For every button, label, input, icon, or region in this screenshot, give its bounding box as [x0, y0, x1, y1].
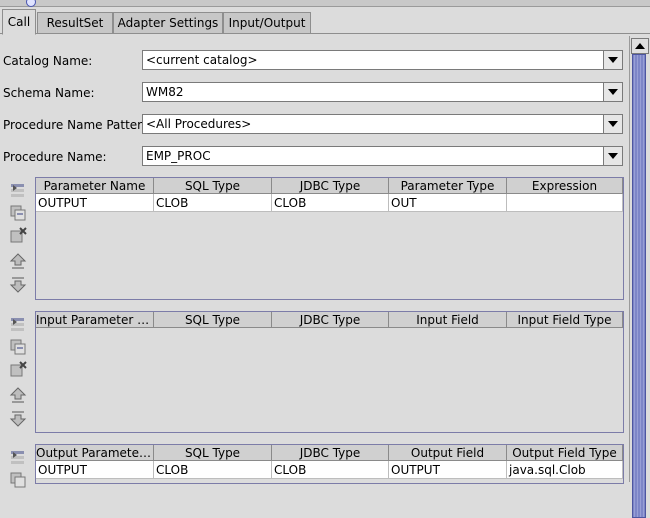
chevron-up-icon	[635, 43, 645, 49]
schema-select[interactable]: WM82	[142, 82, 623, 102]
chevron-down-icon	[608, 89, 618, 95]
output-parameters-panel: Output Parameter N... SQL Type JDBC Type…	[3, 444, 624, 488]
table-row[interactable]: OUTPUT CLOB CLOB OUTPUT java.sql.Clob	[36, 461, 623, 479]
table-cell[interactable]: OUT	[389, 194, 507, 212]
procedure-label: Procedure Name:	[3, 150, 107, 164]
scrollbar-grip	[634, 55, 644, 517]
tab-input-output[interactable]: Input/Output	[223, 12, 311, 33]
column-header[interactable]: Input Parameter Na...	[36, 312, 154, 328]
column-header[interactable]: SQL Type	[154, 312, 272, 328]
column-header[interactable]: JDBC Type	[272, 445, 389, 461]
tab-bar: Call ResultSet Adapter Settings Input/Ou…	[0, 7, 650, 35]
insert-row-icon[interactable]	[9, 315, 27, 333]
column-header[interactable]: Parameter Name	[36, 178, 154, 194]
procedure-dropdown-button[interactable]	[603, 147, 622, 165]
tab-resultset[interactable]: ResultSet	[37, 12, 113, 33]
parameters-table-header: Parameter Name SQL Type JDBC Type Parame…	[36, 178, 623, 194]
output-parameters-table[interactable]: Output Parameter N... SQL Type JDBC Type…	[35, 444, 624, 484]
move-up-icon[interactable]	[9, 386, 27, 404]
column-header[interactable]: JDBC Type	[272, 178, 389, 194]
insert-row-icon[interactable]	[9, 448, 27, 466]
pattern-value: <All Procedures>	[146, 117, 252, 131]
window-icon	[26, 0, 36, 7]
duplicate-row-icon[interactable]	[9, 204, 27, 222]
table-cell[interactable]: CLOB	[272, 461, 389, 479]
pattern-select[interactable]: <All Procedures>	[142, 114, 623, 134]
column-header[interactable]: Output Field Type	[507, 445, 623, 461]
scroll-up-button[interactable]	[631, 38, 649, 54]
table-cell[interactable]	[507, 194, 623, 212]
input-parameters-table-header: Input Parameter Na... SQL Type JDBC Type…	[36, 312, 623, 328]
move-down-icon[interactable]	[9, 410, 27, 428]
duplicate-row-icon[interactable]	[9, 471, 27, 489]
output-parameters-table-header: Output Parameter N... SQL Type JDBC Type…	[36, 445, 623, 461]
column-header[interactable]: JDBC Type	[272, 312, 389, 328]
top-strip	[0, 0, 650, 7]
column-header[interactable]: Output Field	[389, 445, 507, 461]
parameters-table[interactable]: Parameter Name SQL Type JDBC Type Parame…	[35, 177, 624, 300]
table-cell[interactable]: java.sql.Clob	[507, 461, 623, 479]
parameters-panel: Parameter Name SQL Type JDBC Type Parame…	[3, 177, 624, 300]
chevron-down-icon	[608, 57, 618, 63]
chevron-down-icon	[608, 153, 618, 159]
schema-value: WM82	[146, 85, 184, 99]
vertical-scrollbar[interactable]	[629, 36, 649, 518]
pattern-label: Procedure Name Pattern:	[3, 118, 154, 132]
table-cell[interactable]: CLOB	[272, 194, 389, 212]
input-parameters-toolbar	[3, 311, 33, 433]
catalog-label: Catalog Name:	[3, 54, 93, 68]
table-cell[interactable]: OUTPUT	[36, 194, 154, 212]
catalog-dropdown-button[interactable]	[603, 51, 622, 69]
schema-label: Schema Name:	[3, 86, 95, 100]
column-header[interactable]: SQL Type	[154, 445, 272, 461]
insert-row-icon[interactable]	[9, 181, 27, 199]
table-cell[interactable]: CLOB	[154, 461, 272, 479]
procedure-select[interactable]: EMP_PROC	[142, 146, 623, 166]
scrollbar-thumb[interactable]	[632, 54, 646, 518]
column-header[interactable]: Input Field	[389, 312, 507, 328]
duplicate-row-icon[interactable]	[9, 338, 27, 356]
column-header[interactable]: Expression	[507, 178, 623, 194]
delete-row-icon[interactable]	[9, 227, 27, 245]
input-parameters-panel: Input Parameter Na... SQL Type JDBC Type…	[3, 311, 624, 433]
column-header[interactable]: Output Parameter N...	[36, 445, 154, 461]
table-cell[interactable]: OUTPUT	[389, 461, 507, 479]
catalog-select[interactable]: <current catalog>	[142, 50, 623, 70]
input-parameters-table[interactable]: Input Parameter Na... SQL Type JDBC Type…	[35, 311, 624, 433]
schema-dropdown-button[interactable]	[603, 83, 622, 101]
table-cell[interactable]: CLOB	[154, 194, 272, 212]
output-parameters-toolbar	[3, 444, 33, 488]
move-up-icon[interactable]	[9, 252, 27, 270]
tab-adapter-settings[interactable]: Adapter Settings	[113, 12, 223, 33]
parameters-toolbar	[3, 177, 33, 300]
catalog-value: <current catalog>	[146, 53, 258, 67]
table-row[interactable]: OUTPUT CLOB CLOB OUT	[36, 194, 623, 212]
pattern-dropdown-button[interactable]	[603, 115, 622, 133]
table-cell[interactable]: OUTPUT	[36, 461, 154, 479]
column-header[interactable]: SQL Type	[154, 178, 272, 194]
column-header[interactable]: Parameter Type	[389, 178, 507, 194]
move-down-icon[interactable]	[9, 276, 27, 294]
chevron-down-icon	[608, 121, 618, 127]
tab-call[interactable]: Call	[2, 9, 36, 35]
procedure-value: EMP_PROC	[146, 149, 211, 163]
delete-row-icon[interactable]	[9, 361, 27, 379]
column-header[interactable]: Input Field Type	[507, 312, 623, 328]
